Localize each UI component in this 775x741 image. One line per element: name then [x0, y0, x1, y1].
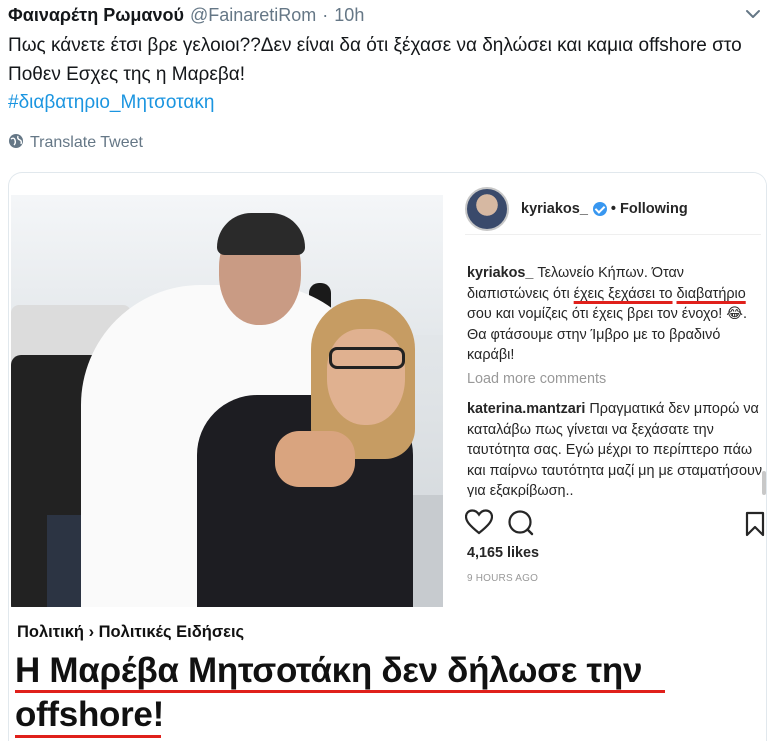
load-more-comments[interactable]: Load more comments	[467, 371, 606, 387]
instagram-header: kyriakos_ • Following	[465, 183, 761, 235]
instagram-username[interactable]: kyriakos_	[521, 201, 588, 217]
comments-scrollbar[interactable]	[762, 471, 766, 495]
photo-glasses	[329, 347, 405, 369]
verified-badge-icon	[592, 201, 607, 216]
author-name[interactable]: Φαιναρέτη Ρωμανού	[8, 5, 184, 26]
avatar[interactable]	[465, 186, 509, 231]
instagram-caption: kyriakos_ Τελωνείο Κήπων. Όταν διαπιστών…	[467, 263, 766, 366]
tweet-header: Φαιναρέτη Ρωμανού @FainaretiRom · 10h	[8, 2, 767, 28]
likes-count[interactable]: 4,165 likes	[467, 545, 539, 561]
hashtag-link[interactable]: #διαβατηριο_Μητσοτακη	[8, 92, 214, 113]
headline-underline-1	[15, 690, 665, 693]
translate-tweet-button[interactable]: Translate Tweet	[8, 132, 143, 154]
media-card[interactable]: kyriakos_ • Following kyriakos_ Τελωνείο…	[8, 172, 767, 741]
heart-icon[interactable]	[464, 509, 494, 540]
instagram-actions	[464, 509, 765, 542]
caption-text-2: σου και νομίζεις ότι έχεις βρει τον ένοχ…	[467, 306, 748, 364]
caption-username[interactable]: kyriakos_	[467, 265, 533, 281]
chevron-down-icon[interactable]	[743, 4, 763, 24]
globe-icon	[8, 133, 30, 154]
translate-label: Translate Tweet	[30, 134, 143, 151]
author-handle[interactable]: @FainaretiRom	[190, 5, 316, 26]
headline-line-2: offshore!	[15, 695, 164, 734]
caption-underlined-1: έχεις ξεχάσει το	[573, 285, 673, 302]
caption-underlined-2: διαβατήριο	[676, 285, 746, 302]
breadcrumb: Πολιτική › Πολιτικές Ειδήσεις	[17, 623, 245, 641]
headline-line-1: Η Μαρέβα Μητσοτάκη δεν δήλωσε την	[15, 651, 643, 690]
post-time: 9 HOURS AGO	[467, 573, 539, 584]
comment-icon[interactable]	[507, 509, 535, 542]
instagram-comment: katerina.mantzari Πραγματικά δεν μπορώ ν…	[467, 399, 763, 497]
tweet-body: Πως κάνετε έτσι βρε γελοιοι??Δεν είναι δ…	[8, 35, 742, 85]
article-headline: Η Μαρέβα Μητσοτάκη δεν δήλωσε την offsho…	[15, 649, 715, 738]
photo-man-hair	[217, 213, 305, 255]
photo-woman-face	[327, 329, 405, 425]
tweet-text: Πως κάνετε έτσι βρε γελοιοι??Δεν είναι δ…	[8, 32, 748, 118]
photo-hands	[275, 431, 355, 487]
bookmark-icon[interactable]	[745, 511, 765, 542]
headline-underline-2	[15, 735, 161, 738]
comment-username[interactable]: katerina.mantzari	[467, 401, 585, 417]
separator-dot: ·	[322, 4, 329, 25]
instagram-panel: kyriakos_ • Following kyriakos_ Τελωνείο…	[455, 173, 766, 607]
photo	[11, 195, 443, 607]
tweet-time[interactable]: 10h	[334, 5, 364, 26]
following-status[interactable]: • Following	[611, 201, 688, 217]
